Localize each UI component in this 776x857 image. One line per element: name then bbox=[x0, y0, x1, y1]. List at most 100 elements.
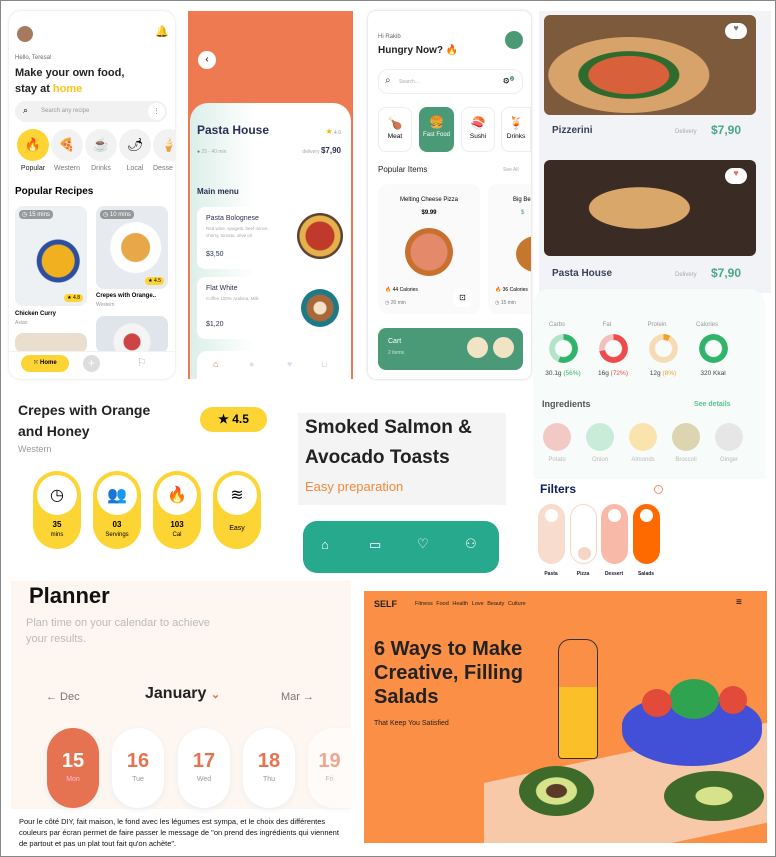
calendar-icon[interactable]: ▭ bbox=[369, 537, 381, 553]
nutrient-value: 30.1g (56%) bbox=[545, 370, 581, 377]
ingredient-almonds[interactable] bbox=[629, 423, 657, 451]
day-19[interactable]: 19 Fri bbox=[308, 728, 351, 808]
ingredient-ginger[interactable] bbox=[715, 423, 743, 451]
category-popular[interactable]: 🔥 bbox=[17, 129, 49, 161]
planner-title: Planner bbox=[29, 583, 110, 608]
day-weekday: Mon bbox=[66, 776, 80, 783]
self-logo[interactable]: SELF bbox=[374, 599, 397, 609]
cart-label: Cart bbox=[388, 338, 402, 345]
cart-bar[interactable]: Cart 2 items bbox=[378, 328, 523, 370]
nav-culture[interactable]: Culture bbox=[508, 601, 526, 607]
profile-icon[interactable]: ● bbox=[249, 359, 254, 369]
ingredient-broccoli[interactable] bbox=[672, 423, 700, 451]
add-icon[interactable]: + bbox=[83, 355, 100, 372]
menu-item-flat-white[interactable]: Flat White Coffee 100% Arabica, Milk $1,… bbox=[197, 277, 345, 339]
bottom-nav-teal: ⌂ ▭ ♡ ⚇ bbox=[303, 521, 499, 573]
heart-icon[interactable]: ♥ bbox=[287, 359, 292, 369]
month-selector[interactable]: January ⌄ bbox=[145, 685, 220, 703]
item-card-pizza[interactable]: Melting Cheese Pizza $9.99 🔥 44 Calories… bbox=[378, 184, 480, 314]
headline: Hungry Now? 🔥 bbox=[378, 45, 459, 56]
nutrient-ring bbox=[549, 334, 578, 363]
prev-month-button[interactable]: ← Dec bbox=[46, 691, 80, 703]
filter-pasta[interactable] bbox=[538, 504, 565, 564]
cart-icon[interactable]: ⊔ bbox=[321, 359, 328, 370]
home-icon[interactable]: ⌂ bbox=[213, 359, 218, 369]
bookmark-icon[interactable]: ⚐ bbox=[137, 356, 147, 369]
recipe-title-line1: Crepes with Orange bbox=[18, 402, 151, 418]
calories-value: 36 Calories bbox=[502, 287, 528, 293]
filter-dessert[interactable] bbox=[601, 504, 628, 564]
category-fast-food[interactable]: 🍔 Fast Food bbox=[419, 107, 454, 152]
next-arrow-button[interactable]: › bbox=[654, 485, 663, 494]
category-western[interactable]: 🍕 bbox=[51, 129, 83, 161]
profile-icon[interactable]: ⚇ bbox=[465, 536, 477, 552]
add-to-bag-button[interactable]: ⊡ bbox=[453, 288, 472, 307]
next-month-button[interactable]: Mar → bbox=[281, 691, 314, 703]
see-details-link[interactable]: See details bbox=[694, 401, 731, 408]
nav-fitness[interactable]: Fitness bbox=[415, 601, 433, 607]
nav-beauty[interactable]: Beauty bbox=[487, 601, 504, 607]
category-drinks[interactable]: 🍹 Drinks bbox=[501, 107, 531, 152]
nav-love[interactable]: Love bbox=[472, 601, 484, 607]
day-16[interactable]: 16 Tue bbox=[112, 728, 164, 808]
delivery-label: Delivery bbox=[675, 272, 697, 278]
heart-icon[interactable]: ♡ bbox=[417, 536, 429, 552]
time: ◷ 20 min bbox=[385, 300, 406, 306]
nav-food[interactable]: Food bbox=[436, 601, 449, 607]
see-all-link[interactable]: See All bbox=[503, 167, 519, 173]
recipe-card[interactable] bbox=[96, 316, 168, 353]
filter-badge: 2 bbox=[509, 76, 514, 81]
avatar[interactable] bbox=[505, 31, 523, 49]
time-badge: ◷ 15 mins bbox=[19, 210, 53, 219]
ingredient-potato[interactable] bbox=[543, 423, 571, 451]
headline-line1: Make your own food, bbox=[15, 67, 125, 79]
recipe-card[interactable] bbox=[15, 333, 87, 353]
recipe-cuisine: Western bbox=[96, 302, 115, 308]
day-18[interactable]: 18 Thu bbox=[243, 728, 295, 808]
search-input[interactable]: Search... bbox=[399, 79, 419, 85]
filter-pizza[interactable] bbox=[570, 504, 597, 564]
recipe-card-chicken-curry[interactable]: ◷ 15 mins ★ 4.8 bbox=[15, 206, 87, 306]
day-15[interactable]: 15 Mon bbox=[47, 728, 99, 808]
planner-subtitle: your results. bbox=[26, 633, 86, 645]
nav-home-button[interactable]: ⁙ Home bbox=[21, 355, 69, 372]
delivery-time: ● 25 - 40 min bbox=[197, 149, 226, 155]
recipe-card-crepes[interactable]: ◷ 10 mins ★ 4.5 bbox=[96, 206, 168, 289]
hamburger-menu-icon[interactable]: ≡ bbox=[736, 597, 742, 608]
category-meat[interactable]: 🍗 Meat bbox=[378, 107, 412, 152]
filter-salads[interactable] bbox=[633, 504, 660, 564]
filter-icon[interactable]: ⚙2 bbox=[503, 76, 514, 86]
planner-subtitle: Plan time on your calendar to achieve bbox=[26, 617, 211, 629]
filter-icon[interactable]: ⫶ bbox=[148, 103, 165, 120]
category-drinks[interactable]: ☕ bbox=[85, 129, 117, 161]
favorite-button[interactable]: ♥ bbox=[725, 168, 747, 184]
category-sushi[interactable]: 🍣 Sushi bbox=[461, 107, 495, 152]
bell-icon[interactable]: 🔔 bbox=[155, 25, 169, 38]
avatar[interactable] bbox=[17, 26, 33, 42]
day-17[interactable]: 17 Wed bbox=[178, 728, 230, 808]
time-value: 25 - 40 min bbox=[201, 149, 227, 155]
day-weekday: Tue bbox=[132, 776, 144, 783]
search-bar[interactable]: ⌕ Search... ⚙2 bbox=[378, 69, 523, 94]
section-title: Main menu bbox=[197, 187, 239, 196]
ingredient-onion[interactable] bbox=[586, 423, 614, 451]
nutrient-ring bbox=[649, 334, 678, 363]
category-local[interactable]: 🌶 bbox=[119, 129, 151, 161]
cart-item-thumb bbox=[493, 337, 514, 358]
favorite-button[interactable]: ♥ bbox=[725, 23, 747, 39]
pizza-image bbox=[405, 228, 453, 276]
menu-card: Pasta House ★ 4.6 ● 25 - 40 min delivery… bbox=[190, 103, 351, 379]
category-dessert[interactable]: 🍦 bbox=[153, 129, 175, 161]
nav-health[interactable]: Health bbox=[452, 601, 468, 607]
time-badge: ◷ 10 mins bbox=[100, 210, 134, 219]
search-input[interactable]: Search any recipe bbox=[41, 108, 89, 114]
nutrient-ring bbox=[699, 334, 728, 363]
search-bar[interactable]: ⌕ Search any recipe ⫶ bbox=[15, 101, 167, 122]
ingredient-label: Onion bbox=[591, 457, 608, 463]
menu-item-pasta-bolognese[interactable]: Pasta Bolognese Red wine, spagetti, beef… bbox=[197, 207, 345, 269]
avocado-illustration bbox=[664, 771, 764, 821]
home-icon[interactable]: ⌂ bbox=[321, 537, 329, 552]
back-button[interactable]: ‹ bbox=[198, 51, 216, 69]
item-card-burger[interactable]: Big Be $ 🔥 36 Calories ◷ 15 min bbox=[488, 184, 531, 314]
rating-value: 4.5 bbox=[154, 278, 161, 284]
